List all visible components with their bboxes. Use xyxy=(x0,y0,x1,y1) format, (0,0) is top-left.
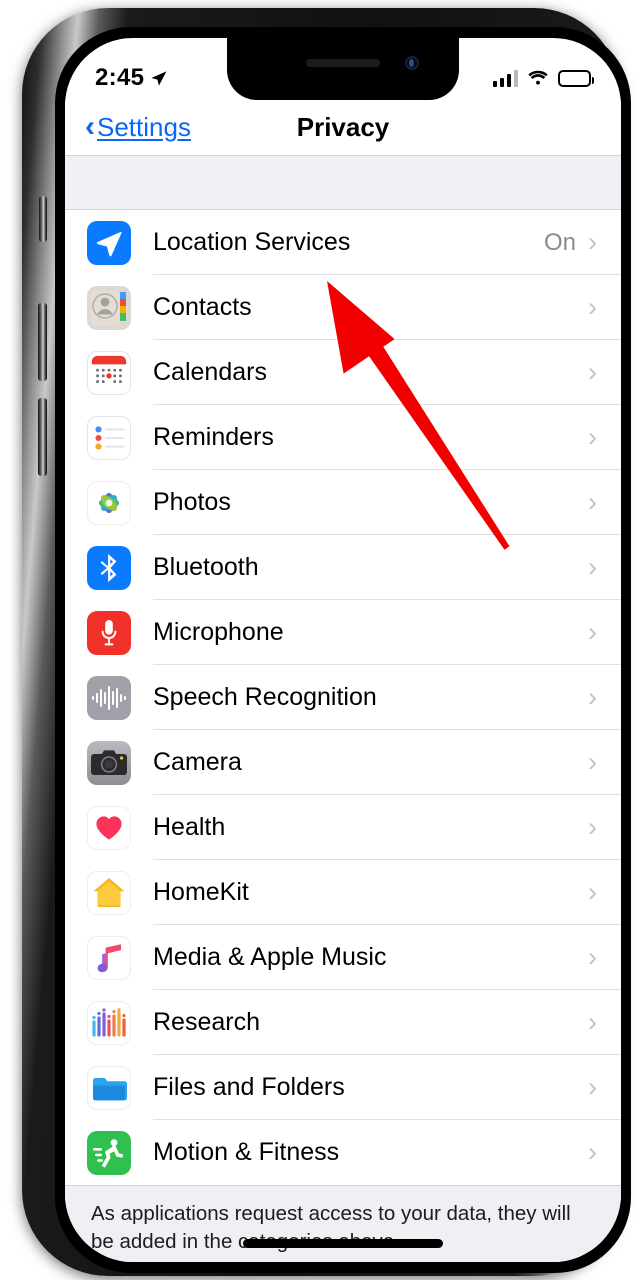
display-notch xyxy=(227,38,459,100)
privacy-settings-list[interactable]: Location Services On › Contacts › Calendars › R… xyxy=(65,155,621,1262)
home-indicator[interactable] xyxy=(243,1239,443,1248)
settings-row-label: Files and Folders xyxy=(153,1073,345,1101)
chevron-right-icon: › xyxy=(588,942,597,972)
settings-row-motion-fitness[interactable]: Motion & Fitness › xyxy=(65,1120,621,1185)
chevron-right-icon: › xyxy=(588,552,597,582)
settings-row-label: Calendars xyxy=(153,358,267,386)
settings-row-research[interactable]: Research › xyxy=(65,990,621,1055)
settings-row-label: Contacts xyxy=(153,293,252,321)
settings-row-value: On xyxy=(543,228,576,256)
battery-icon xyxy=(558,69,594,87)
camera-icon xyxy=(87,740,131,785)
calendars-icon xyxy=(87,350,131,395)
settings-row-label: Speech Recognition xyxy=(153,683,377,711)
settings-row-label: Bluetooth xyxy=(153,553,259,581)
back-to-settings-button[interactable]: ‹ Settings xyxy=(85,109,191,143)
contacts-icon xyxy=(87,285,131,330)
homekit-icon xyxy=(87,870,131,915)
earpiece-speaker-icon xyxy=(306,59,380,67)
location-arrow-icon xyxy=(151,70,167,86)
chevron-right-icon: › xyxy=(588,682,597,712)
settings-row-health[interactable]: Health › xyxy=(65,795,621,860)
settings-row-camera[interactable]: Camera › xyxy=(65,730,621,795)
chevron-right-icon: › xyxy=(588,292,597,322)
settings-row-bluetooth[interactable]: Bluetooth › xyxy=(65,535,621,600)
settings-row-files-and-folders[interactable]: Files and Folders › xyxy=(65,1055,621,1120)
settings-row-label: Camera xyxy=(153,748,242,776)
settings-row-label: Health xyxy=(153,813,226,841)
settings-row-label: Microphone xyxy=(153,618,284,646)
volume-down-button[interactable] xyxy=(38,398,47,476)
bluetooth-icon xyxy=(87,545,131,590)
list-top-spacer xyxy=(65,155,621,210)
reminders-icon xyxy=(87,415,131,460)
health-icon xyxy=(87,805,131,850)
chevron-right-icon: › xyxy=(588,357,597,387)
settings-row-location-services[interactable]: Location Services On › xyxy=(65,210,621,275)
chevron-right-icon: › xyxy=(588,1137,597,1167)
settings-row-microphone[interactable]: Microphone › xyxy=(65,600,621,665)
photos-icon xyxy=(87,480,131,525)
microphone-icon xyxy=(87,610,131,655)
settings-row-label: Motion & Fitness xyxy=(153,1138,340,1166)
settings-row-media-apple-music[interactable]: Media & Apple Music › xyxy=(65,925,621,990)
location-services-icon xyxy=(87,220,131,265)
settings-row-homekit[interactable]: HomeKit › xyxy=(65,860,621,925)
settings-rows: Location Services On › Contacts › Calendars › R… xyxy=(65,210,621,1185)
chevron-right-icon: › xyxy=(588,747,597,777)
chevron-right-icon: › xyxy=(588,422,597,452)
settings-row-label: Reminders xyxy=(153,423,274,451)
settings-row-calendars[interactable]: Calendars › xyxy=(65,340,621,405)
chevron-right-icon: › xyxy=(588,487,597,517)
back-button-label: Settings xyxy=(97,112,191,142)
settings-row-label: Media & Apple Music xyxy=(153,943,387,971)
settings-row-speech-recognition[interactable]: Speech Recognition › xyxy=(65,665,621,730)
navigation-bar: ‹ Settings Privacy xyxy=(65,100,621,155)
settings-row-label: Photos xyxy=(153,488,231,516)
wifi-icon xyxy=(528,70,548,85)
mute-switch[interactable] xyxy=(39,196,47,242)
chevron-right-icon: › xyxy=(588,877,597,907)
files-and-folders-icon xyxy=(87,1065,131,1110)
back-chevron-icon: ‹ xyxy=(85,109,95,143)
settings-row-photos[interactable]: Photos › xyxy=(65,470,621,535)
signal-bars-icon xyxy=(492,69,518,87)
front-camera-icon xyxy=(405,56,419,70)
volume-up-button[interactable] xyxy=(38,303,47,381)
research-icon xyxy=(87,1000,131,1045)
speech-recognition-icon xyxy=(87,675,131,720)
settings-row-label: Location Services xyxy=(153,228,351,256)
chevron-right-icon: › xyxy=(588,227,597,257)
motion-fitness-icon xyxy=(87,1130,131,1175)
status-time: 2:45 xyxy=(95,64,168,92)
settings-row-label: HomeKit xyxy=(153,878,249,906)
media-apple-music-icon xyxy=(87,935,131,980)
privacy-footer-note: As applications request access to your d… xyxy=(65,1185,621,1262)
status-indicators xyxy=(492,69,594,87)
phone-screen: 2:45 ‹ Settings Privacy Location Service… xyxy=(65,38,621,1262)
chevron-right-icon: › xyxy=(588,617,597,647)
iphone-device-frame: 2:45 ‹ Settings Privacy Location Service… xyxy=(22,8,631,1276)
chevron-right-icon: › xyxy=(588,1007,597,1037)
settings-row-contacts[interactable]: Contacts › xyxy=(65,275,621,340)
status-time-label: 2:45 xyxy=(95,64,145,91)
settings-row-label: Research xyxy=(153,1008,260,1036)
chevron-right-icon: › xyxy=(588,812,597,842)
chevron-right-icon: › xyxy=(588,1072,597,1102)
settings-row-reminders[interactable]: Reminders › xyxy=(65,405,621,470)
